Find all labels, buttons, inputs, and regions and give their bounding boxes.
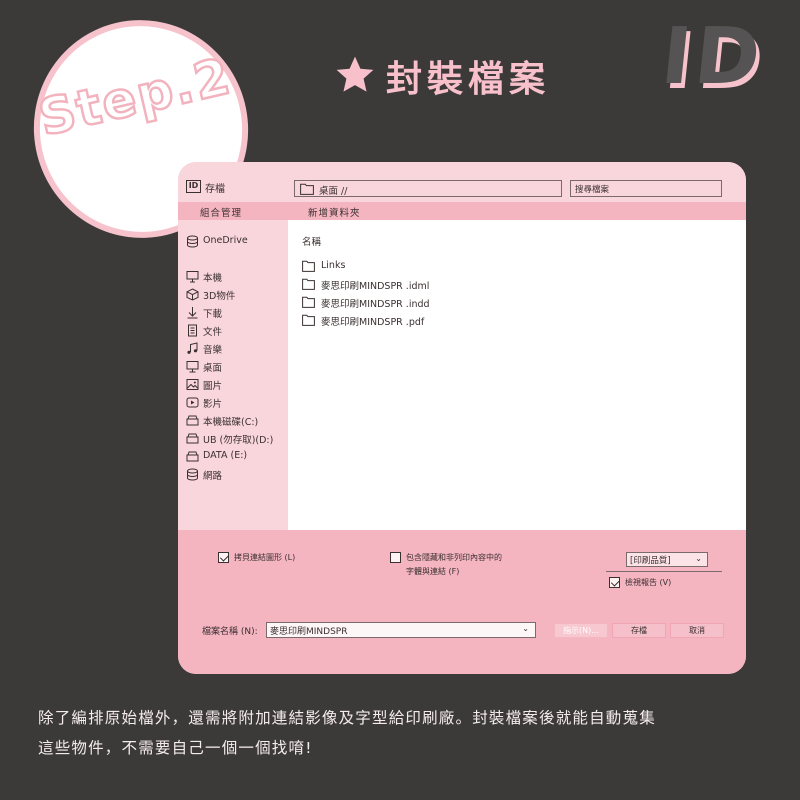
indesign-app-icon: ID (186, 180, 201, 193)
column-header-name[interactable]: 名稱 (302, 234, 321, 248)
folder-icon (302, 314, 315, 326)
package-options: 拷貝連結圖形 (L) 包含隱藏和非列印內容中的 字體與連結 (F) [印刷品質]… (178, 530, 746, 674)
dialog-toolbar: 組合管理 新增資料夾 (178, 202, 746, 220)
search-placeholder: 搜尋檔案 (575, 185, 610, 195)
video-play-icon (186, 397, 199, 408)
computer-icon (186, 271, 199, 283)
view-report-label: 檢視報告 (V) (625, 578, 672, 587)
cube-icon (186, 288, 199, 301)
file-name: 麥思印刷MINDSPR .idml (321, 281, 430, 292)
chevron-down-icon[interactable]: ⌄ (522, 624, 529, 633)
sidebar-item-label: DATA (E:) (203, 450, 248, 461)
folder-icon (302, 278, 315, 290)
save-dialog: ID 存檔 桌面 // 搜尋檔案 組合管理 新增資料夾 OneDrive 本機 … (178, 162, 746, 674)
folder-icon (300, 183, 314, 195)
image-icon (186, 379, 199, 390)
search-input[interactable]: 搜尋檔案 (570, 180, 722, 197)
drive-icon (186, 415, 199, 426)
folder-icon (302, 296, 315, 308)
sidebar-item-label: 音樂 (203, 345, 223, 356)
dialog-title: 存檔 (205, 184, 225, 195)
dialog-titlebar: ID 存檔 桌面 // 搜尋檔案 (178, 162, 746, 202)
file-name: 麥思印刷MINDSPR .indd (321, 299, 430, 310)
copy-links-checkbox[interactable] (218, 552, 229, 563)
music-note-icon (187, 342, 198, 354)
sidebar-item-label: 網路 (203, 471, 223, 482)
new-folder-button[interactable]: 新增資料夾 (308, 205, 361, 219)
address-bar[interactable]: 桌面 // (294, 180, 562, 197)
view-report-checkbox[interactable] (609, 577, 620, 588)
sidebar-item-label: 桌面 (203, 363, 223, 374)
divider (606, 571, 722, 572)
file-list-pane: 名稱 Links 麥思印刷MINDSPR .idml 麥思印刷MINDSPR .… (288, 220, 746, 530)
cancel-button[interactable]: 取消 (670, 623, 724, 638)
sidebar-item-label: UB (勿存取)(D:) (203, 435, 274, 446)
print-quality-select[interactable]: [印刷品質] ⌄ (626, 552, 708, 567)
sidebar-item-label: 下載 (203, 309, 223, 320)
filename-value: 麥思印刷MINDSPR (270, 627, 348, 637)
caption-text: 除了編排原始檔外，還需將附加連結影像及字型給印刷廠。封裝檔案後就能自動蒐集 這些… (38, 703, 768, 763)
sidebar-item-label: 影片 (203, 399, 223, 410)
chevron-down-icon: ⌄ (695, 554, 702, 563)
network-icon (187, 468, 198, 481)
address-path: 桌面 // (319, 186, 348, 197)
drive-icon (186, 433, 199, 444)
star-icon (336, 56, 374, 92)
monitor-icon (186, 361, 199, 373)
sidebar-item-label: OneDrive (203, 235, 248, 246)
drive-icon (186, 451, 199, 462)
sidebar-item-label: 文件 (203, 327, 223, 338)
sidebar-item-label: 本機 (203, 273, 223, 284)
folder-icon (302, 260, 315, 272)
filename-input[interactable]: 麥思印刷MINDSPR ⌄ (266, 622, 536, 638)
sidebar-item-label: 3D物件 (203, 291, 236, 302)
hint-button[interactable]: 指示(N)... (554, 623, 608, 638)
include-hidden-checkbox[interactable] (390, 552, 401, 563)
organize-button[interactable]: 組合管理 (200, 205, 242, 219)
indesign-logo: ID (657, 12, 769, 102)
sidebar-item-label: 本機磁碟(C:) (203, 417, 259, 428)
include-hidden-label-line1: 包含隱藏和非列印內容中的 (406, 553, 502, 562)
sidebar-item-label: 圖片 (203, 381, 223, 392)
filename-label: 檔案名稱 (N): (202, 627, 258, 637)
navigation-sidebar: OneDrive 本機 3D物件 下載 文件 音樂 桌面 圖片 影片 本機磁碟(… (178, 220, 288, 530)
file-name: Links (321, 260, 346, 271)
save-button[interactable]: 存檔 (612, 623, 666, 638)
copy-links-label: 拷貝連結圖形 (L) (234, 553, 296, 562)
download-arrow-icon (187, 307, 198, 319)
page-title: 封裝檔案 (386, 59, 551, 100)
document-icon (188, 324, 197, 337)
cloud-drive-icon (187, 235, 198, 248)
include-hidden-label-line2: 字體與連結 (F) (406, 567, 460, 576)
print-quality-value: [印刷品質] (630, 556, 671, 566)
file-name: 麥思印刷MINDSPR .pdf (321, 317, 425, 328)
caption-line-1: 除了編排原始檔外，還需將附加連結影像及字型給印刷廠。封裝檔案後就能自動蒐集 (38, 709, 656, 727)
caption-line-2: 這些物件，不需要自己一個一個找唷! (38, 739, 313, 757)
